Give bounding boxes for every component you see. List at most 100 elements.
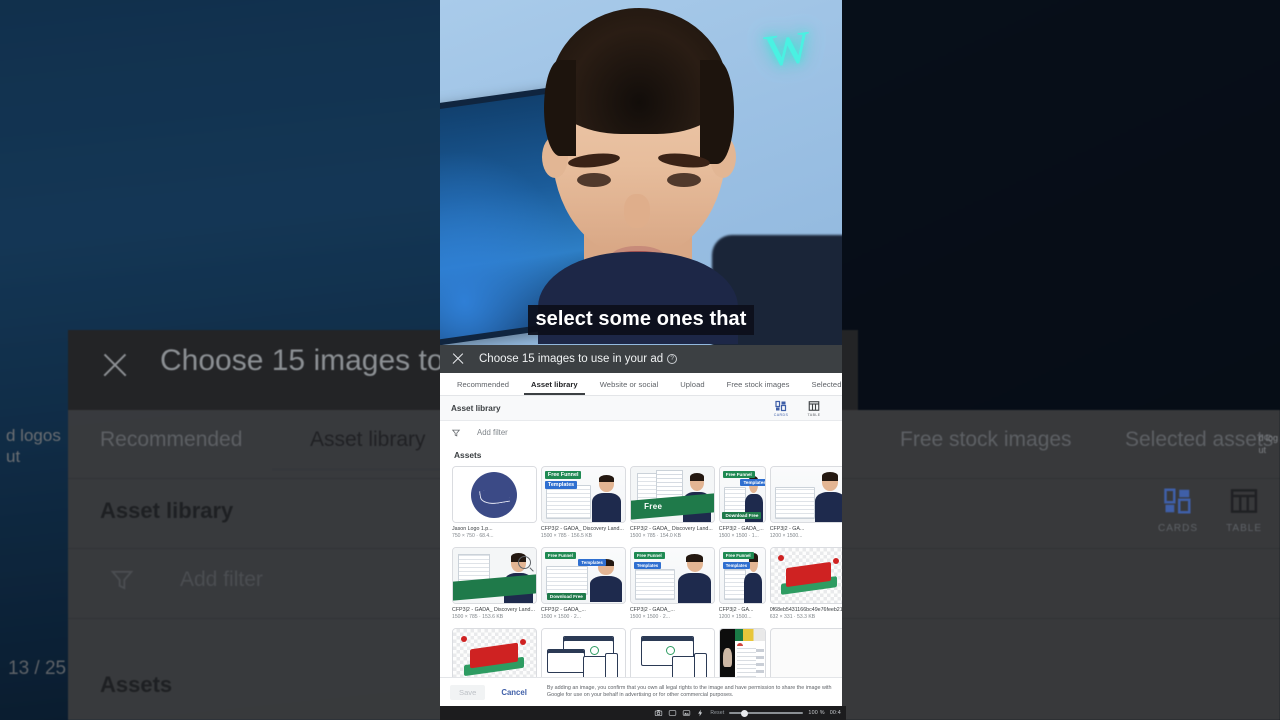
assets-grid: Jason Logo 1.p... 750 × 750 · 68.4... Fr… — [440, 466, 842, 678]
asset-name: CFP3|2 - GADA_ Discovery Land... — [540, 526, 624, 532]
neon-sign: w — [759, 4, 815, 81]
asset-thumbnail[interactable] — [452, 466, 537, 523]
tab-label: Recommended — [457, 379, 510, 389]
asset-card[interactable] — [629, 628, 715, 678]
asset-card[interactable]: Free Funnel Templates Download Free CFP3… — [718, 466, 766, 540]
asset-card[interactable]: Free Funnel Templates CFP3|2 - GADA_ Dis… — [540, 466, 626, 540]
asset-size: 1500 × 1500 · 2... — [540, 614, 581, 620]
asset-size: 1500 × 1500 · 2... — [629, 614, 670, 620]
asset-thumbnail[interactable] — [452, 628, 537, 678]
background-right-snippet: d log ut — [1258, 433, 1278, 455]
funnel-icon[interactable] — [451, 428, 461, 438]
asset-thumbnail[interactable] — [769, 547, 842, 604]
tab-asset-library[interactable]: Asset library — [520, 373, 589, 395]
asset-name: CFP3|2 - GA... — [718, 607, 754, 613]
add-filter-input[interactable]: Add filter — [477, 428, 508, 437]
reset-button[interactable]: Reset — [710, 710, 724, 716]
asset-card[interactable] — [452, 628, 537, 678]
asset-size: 1500 × 785 · 154.0 KB — [629, 533, 681, 539]
tab-free-stock-images[interactable]: Free stock images — [716, 373, 801, 395]
asset-thumbnail[interactable] — [452, 547, 537, 604]
asset-card[interactable]: CFP3|2 - GADA_ Discovery Land... 1500 × … — [452, 547, 537, 621]
tab-recommended[interactable]: Recommended — [446, 373, 520, 395]
cards-icon — [775, 400, 787, 411]
asset-card[interactable]: Free CFP3|2 - GADA_ Discovery Land... 15… — [629, 466, 715, 540]
tab-label: Asset library — [531, 379, 578, 389]
cards-view-button[interactable]: CARDS — [769, 400, 793, 417]
dialog-footer: Save Cancel By adding an image, you conf… — [440, 677, 842, 706]
background-assets-heading: Assets — [100, 672, 173, 697]
player-controls: Reset 100 % 00:4 — [440, 706, 846, 720]
background-tab-free-stock: Free stock images — [900, 428, 1072, 451]
background-tab-selected-assets: Selected assets (0) — [1125, 428, 1280, 451]
close-icon[interactable] — [450, 351, 466, 367]
asset-name: CFP3|2 - GADA_... — [540, 607, 586, 613]
asset-card[interactable]: Free Funnel Templates Download Free CFP3… — [540, 547, 626, 621]
asset-thumbnail[interactable] — [769, 466, 842, 523]
asset-size: 1500 × 785 · 153.6 KB — [452, 614, 504, 620]
tab-label: Free stock images — [726, 379, 790, 389]
asset-card[interactable]: Free Funnel Templates CFP3|2 - GA... 120… — [718, 547, 766, 621]
help-icon[interactable]: ? — [667, 354, 678, 364]
background-funnel-icon — [108, 566, 136, 594]
asset-card[interactable]: CFP3|2 - GA... 1200 × 1500... — [769, 466, 842, 540]
tab-upload[interactable]: Upload — [669, 373, 715, 395]
asset-size: 1500 × 1500 · 1... — [718, 533, 759, 539]
section-title: Asset library — [451, 403, 501, 413]
asset-thumbnail[interactable] — [718, 628, 766, 678]
dialog-header: Choose 15 images to use in your ad? — [440, 345, 842, 373]
assets-heading: Assets — [454, 450, 482, 460]
asset-card[interactable] — [718, 628, 766, 678]
asset-thumbnail[interactable]: Free — [629, 466, 715, 523]
asset-name: CFP3|2 - GADA_... — [718, 526, 764, 532]
asset-name: CFP3|2 - GA... — [769, 526, 805, 532]
fit-screen-icon[interactable] — [668, 709, 677, 717]
asset-thumbnail[interactable]: Free Funnel Templates — [629, 547, 715, 604]
dialog-tabs: Recommended Asset library Website or soc… — [440, 373, 842, 396]
tab-selected-assets[interactable]: Selected assets (0) — [801, 373, 842, 395]
save-button[interactable]: Save — [450, 684, 486, 700]
background-table-toggle: TABLE — [1226, 486, 1262, 534]
asset-card[interactable]: Free Funnel Templates CFP3|2 - GADA_... … — [629, 547, 715, 621]
asset-size: 1500 × 785 · 156.5 KB — [540, 533, 593, 539]
table-icon — [808, 400, 820, 411]
asset-thumbnail[interactable] — [629, 628, 715, 678]
asset-thumbnail[interactable]: Free Funnel Templates Download Free — [540, 547, 626, 604]
screenshot-root: Choose 15 images to d logos ut Recommende… — [0, 0, 1280, 720]
webcam-scene: w — [440, 0, 842, 345]
slider-knob[interactable] — [741, 709, 749, 717]
camera-icon[interactable] — [654, 709, 663, 717]
zoom-slider[interactable] — [729, 709, 804, 717]
asset-thumbnail[interactable]: Free Funnel Templates — [718, 547, 766, 604]
background-tab-asset-library: Asset library — [310, 428, 426, 451]
asset-card[interactable]: Jason Logo 1.p... 750 × 750 · 68.4... — [452, 466, 537, 540]
tab-website-or-social[interactable]: Website or social — [589, 373, 670, 395]
timestamp: 00:4 — [829, 710, 841, 716]
asset-size: 632 × 331 · 53.3 KB — [769, 614, 816, 620]
table-view-button[interactable]: TABLE — [802, 400, 826, 417]
speed-icon[interactable] — [696, 709, 705, 717]
asset-size: 1200 × 1500... — [769, 533, 803, 539]
asset-name: 0f68eb5431166bc49e76feeb21... — [769, 607, 842, 613]
view-toggle-group: CARDS TABLE — [769, 400, 834, 417]
asset-card[interactable]: 0f68eb5431166bc49e76feeb21... 632 × 331 … — [769, 547, 842, 621]
zoom-level: 100 % — [808, 710, 825, 716]
asset-thumbnail[interactable] — [769, 628, 842, 678]
background-tab-recommended: Recommended — [100, 428, 243, 451]
choose-images-dialog: Choose 15 images to use in your ad? Reco… — [440, 345, 842, 706]
asset-thumbnail[interactable] — [540, 628, 626, 678]
asset-name: CFP3|2 - GADA_... — [629, 607, 675, 613]
cancel-button[interactable]: Cancel — [493, 685, 535, 700]
asset-thumbnail[interactable]: Free Funnel Templates Download Free — [718, 466, 766, 523]
background-counter: 13 / 25 — [8, 658, 67, 679]
background-section-title: Asset library — [100, 498, 234, 523]
background-cards-toggle: CARDS — [1158, 486, 1198, 534]
asset-card[interactable] — [540, 628, 626, 678]
image-icon[interactable] — [682, 709, 691, 717]
asset-card[interactable] — [769, 628, 842, 678]
tab-label: Selected assets (0) — [811, 379, 842, 389]
video-reel: w select some ones that Choose 15 images… — [440, 0, 842, 720]
asset-size: 1200 × 1500... — [718, 614, 752, 620]
asset-size: 750 × 750 · 68.4... — [452, 533, 494, 539]
asset-thumbnail[interactable]: Free Funnel Templates — [540, 466, 626, 523]
